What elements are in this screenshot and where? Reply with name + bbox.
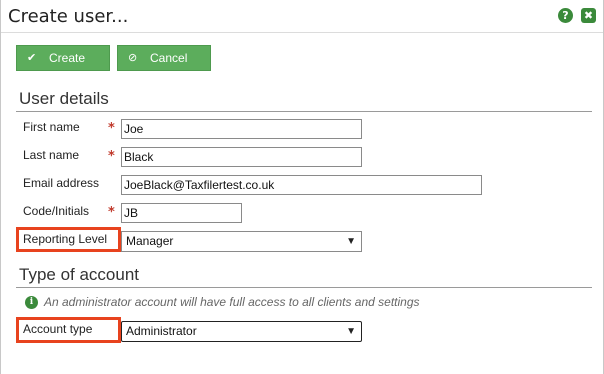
cancel-circle-icon: ⊘ [128,52,138,64]
account-type-select[interactable]: Administrator ▼ [121,321,362,342]
chevron-down-icon: ▼ [346,326,356,337]
first-name-label: First name [23,120,80,134]
code-required-marker: * [108,205,115,220]
code-initials-input[interactable]: JB [121,203,242,223]
last-name-input[interactable]: Black [121,147,362,167]
first-name-required-marker: * [108,121,115,136]
email-label: Email address [23,176,100,190]
checkmark-icon: ✔ [27,52,37,64]
question-icon[interactable]: ? [558,8,573,23]
user-details-heading: User details [19,89,109,108]
create-button-label: Create [49,51,86,65]
account-type-value: Administrator [126,324,197,338]
last-name-required-marker: * [108,149,115,164]
email-input[interactable]: JoeBlack@Taxfilertest.co.uk [121,175,482,195]
reporting-level-select[interactable]: Manager ▼ [121,231,362,252]
account-info-text: An administrator account will have full … [44,295,420,309]
create-user-dialog: Create user... ? ✖ ✔ Create ⊘ Cancel Use… [0,0,604,374]
account-type-label: Account type [23,322,93,336]
dialog-titlebar: Create user... ? ✖ [1,0,603,33]
cancel-button[interactable]: ⊘ Cancel [117,45,211,71]
info-icon: i [25,296,38,309]
create-button[interactable]: ✔ Create [16,45,110,71]
reporting-level-value: Manager [126,234,174,248]
first-name-input[interactable]: Joe [121,119,362,139]
reporting-level-label: Reporting Level [23,232,108,246]
chevron-down-icon: ▼ [346,236,356,247]
account-type-divider [16,287,592,288]
account-type-heading: Type of account [19,265,140,284]
code-initials-label: Code/Initials [23,204,90,218]
user-details-divider [16,111,592,112]
close-icon[interactable]: ✖ [581,8,596,23]
last-name-label: Last name [23,148,80,162]
dialog-title: Create user... [8,6,129,27]
cancel-button-label: Cancel [150,51,188,65]
